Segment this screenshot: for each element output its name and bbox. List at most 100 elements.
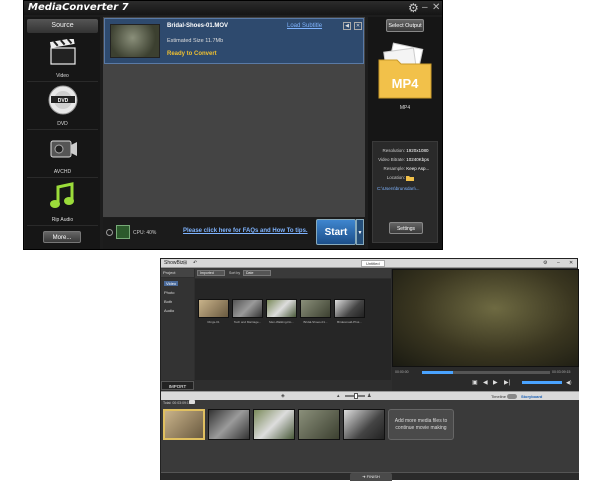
media-converter-window: MediaConverter 7 ⚙ – ✕ Source Video DVD <box>23 0 443 250</box>
load-subtitle-link[interactable]: Load Subtitle <box>287 23 322 29</box>
minimize-icon[interactable]: – <box>557 260 560 266</box>
scrub-bar[interactable] <box>422 371 550 374</box>
app-title: ShowBiz <box>164 260 184 266</box>
dvd-disc-icon: DVD <box>48 85 78 115</box>
source-item-avchd[interactable]: AVCHD <box>27 131 98 178</box>
clip-icon[interactable]: ◈ <box>281 393 285 399</box>
media-label: Tech and Marriage... <box>233 320 262 324</box>
play-icon[interactable]: ▶ <box>493 379 498 386</box>
timecode-end: 00:03:09:15 <box>552 370 571 374</box>
resample-row: Resample: Keep Asp... <box>375 166 437 171</box>
app-title: MediaConverter 7 <box>28 2 129 13</box>
media-thumbnail[interactable] <box>232 299 263 318</box>
more-button[interactable]: More... <box>43 231 81 243</box>
faq-link[interactable]: Please click here for FAQs and How To ti… <box>183 228 308 234</box>
source-item-video[interactable]: Video <box>27 35 98 82</box>
close-icon[interactable]: ✕ <box>432 1 440 15</box>
media-grid: Rings-01 Tech and Marriage... Men-Walkin… <box>195 279 391 380</box>
library-toolbar: Imported Sort by Date <box>195 269 391 278</box>
select-output-button[interactable]: Select Output <box>386 19 424 32</box>
bitrate-value: 10240Kbps <box>406 157 430 162</box>
timeline-toolbar: ◈ ▴ ♟ Timeline Storyboard <box>161 391 579 400</box>
close-icon[interactable]: ✕ <box>354 22 362 30</box>
minimize-icon[interactable]: – <box>422 1 428 15</box>
speaker-icon[interactable]: ◀) <box>566 380 572 386</box>
camcorder-icon <box>50 140 77 158</box>
media-thumbnail[interactable] <box>266 299 297 318</box>
finish-label: FINISH <box>366 474 380 479</box>
clapperboard-icon <box>49 39 76 65</box>
playhead-marker[interactable] <box>189 400 195 404</box>
storyboard-clip[interactable] <box>343 409 385 440</box>
filter-dropdown[interactable]: Imported <box>197 270 225 276</box>
source-item-label: DVD <box>57 121 68 127</box>
storyboard-clip[interactable] <box>163 409 205 440</box>
storyboard-clip[interactable] <box>253 409 295 440</box>
gear-icon[interactable]: ⚙ <box>408 1 419 15</box>
bitrate-row: Video Bitrate: 10240Kbps <box>375 157 437 162</box>
output-path-link[interactable]: C:\Users\brunsdan\... <box>377 186 437 191</box>
fullscreen-icon[interactable]: ▣ <box>472 379 478 386</box>
project-header[interactable]: Project <box>161 269 194 277</box>
start-dropdown-icon[interactable]: ▼ <box>356 219 364 245</box>
location-row: Location: <box>375 175 437 181</box>
zoom-handle[interactable] <box>354 393 358 399</box>
category-both[interactable]: Both <box>164 299 172 304</box>
media-thumbnail[interactable] <box>334 299 365 318</box>
mp4-folder-icon[interactable]: MP4 <box>377 42 433 100</box>
new-project-icon[interactable]: ⊞ <box>183 260 187 266</box>
gear-icon[interactable]: ⚙ <box>543 260 547 266</box>
view-timeline[interactable]: Timeline <box>491 394 506 399</box>
media-label: Bridesmaid-Phot... <box>337 320 362 324</box>
file-item[interactable]: Bridal-Shoes-01.MOV Load Subtitle ◀ ✕ Es… <box>104 18 364 64</box>
svg-text:DVD: DVD <box>58 98 69 104</box>
output-settings-box: Resolution: 1920x1080 Video Bitrate: 102… <box>372 141 438 243</box>
source-item-rip-audio[interactable]: Rip Audio <box>27 179 98 226</box>
category-photo[interactable]: Photo <box>164 290 174 295</box>
volume-slider[interactable] <box>522 381 562 384</box>
resolution-key: Resolution: <box>382 148 405 153</box>
previous-frame-icon[interactable]: ◀ <box>483 379 488 386</box>
settings-button[interactable]: Settings <box>389 222 423 234</box>
view-storyboard[interactable]: Storyboard <box>521 394 542 399</box>
sort-dropdown[interactable]: Date <box>243 270 271 276</box>
location-key: Location: <box>386 175 405 181</box>
total-duration: Total: 00:03:09:15 <box>163 401 191 405</box>
source-item-label: AVCHD <box>53 169 72 175</box>
zoom-slider[interactable] <box>345 393 365 399</box>
storyboard-clip[interactable] <box>208 409 250 440</box>
view-toggle[interactable] <box>507 394 517 399</box>
storyboard-clip[interactable] <box>298 409 340 440</box>
category-video[interactable]: Video <box>164 281 179 286</box>
category-audio[interactable]: Audio <box>164 308 174 313</box>
next-frame-icon[interactable]: ▶| <box>504 379 510 386</box>
speaker-icon[interactable]: ◀ <box>343 22 351 30</box>
playback-controls: 00:00:00 00:03:09:15 ▣ ◀ ▶ ▶| ◀) <box>392 367 579 391</box>
media-label: Rings-01 <box>207 320 220 324</box>
zoom-in-icon[interactable]: ♟ <box>367 393 371 399</box>
start-button[interactable]: Start <box>316 219 356 245</box>
undo-icon[interactable]: ↶ <box>193 260 197 266</box>
source-item-dvd[interactable]: DVD DVD <box>27 83 98 130</box>
add-more-media-placeholder[interactable]: Add more media files to continue movie m… <box>388 409 454 440</box>
output-panel: Select Output MP4 MP4 Resolution: 1920x1… <box>368 17 442 249</box>
cpu-meter-icon <box>116 225 130 239</box>
folder-icon[interactable] <box>406 175 415 181</box>
bottom-bar: CPU: 40% Please click here for FAQs and … <box>103 218 365 249</box>
close-icon[interactable]: ✕ <box>569 260 573 266</box>
media-thumbnail[interactable] <box>198 299 229 318</box>
source-header: Source <box>27 19 98 33</box>
title-bar: MediaConverter 7 ⚙ – ✕ <box>24 1 442 15</box>
video-preview[interactable] <box>392 269 579 367</box>
media-label: Men-Walking-Do... <box>269 320 294 324</box>
bitrate-key: Video Bitrate: <box>378 157 405 162</box>
settings-dial-icon[interactable] <box>106 229 113 236</box>
output-format-text: MP4 <box>392 76 420 91</box>
scrub-progress <box>422 371 453 374</box>
status-text: Ready to Convert <box>167 51 217 57</box>
zoom-out-icon[interactable]: ▴ <box>337 393 340 399</box>
media-thumbnail[interactable] <box>300 299 331 318</box>
project-title[interactable]: Untitled <box>361 260 385 267</box>
import-button[interactable]: IMPORT <box>161 381 194 390</box>
source-item-label: Rip Audio <box>51 217 74 223</box>
